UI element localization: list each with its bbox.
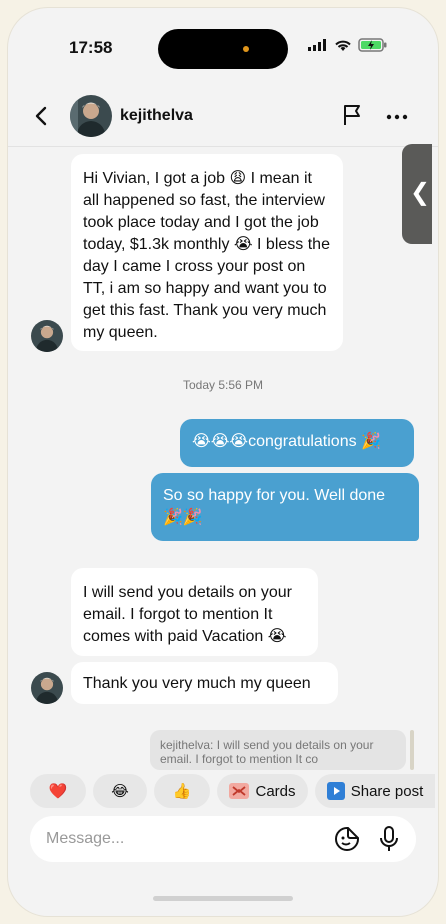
status-bar: 17:58 <box>8 8 438 88</box>
message-text: 😭😭😭congratulations 🎉 <box>192 433 381 450</box>
share-post-label: Share post <box>350 782 424 800</box>
message-text: Thank you very much my queen <box>83 675 311 692</box>
reply-indicator-bar <box>410 730 414 770</box>
phone-screen: 17:58 kejithelva Hi Vivian, I got a job … <box>8 8 438 916</box>
incoming-message[interactable]: Hi Vivian, I got a job 😩 I mean it all h… <box>71 154 343 351</box>
timestamp: Today 5:56 PM <box>182 378 264 392</box>
camera-indicator <box>243 46 249 52</box>
more-options-icon[interactable] <box>385 105 409 129</box>
incoming-message[interactable]: Thank you very much my queen <box>71 662 338 704</box>
battery-icon <box>358 38 387 52</box>
signal-icon <box>308 39 326 51</box>
chevron-left-icon: ❮ <box>410 179 431 206</box>
share-post-button[interactable]: Share post <box>315 774 435 808</box>
message-text: So so happy for you. Well done 🎉🎉 <box>163 487 386 526</box>
status-time: 17:58 <box>69 38 113 57</box>
message-text: Hi Vivian, I got a job 😩 I mean it all h… <box>83 170 330 341</box>
dynamic-island <box>158 29 288 69</box>
message-text: I will send you details on your email. I… <box>83 584 292 645</box>
thumbs-up-icon: 👍 <box>172 783 192 800</box>
laugh-icon: 😂 <box>111 783 129 800</box>
avatar[interactable] <box>31 320 63 352</box>
avatar[interactable] <box>70 95 112 137</box>
reply-preview-text: kejithelva: I will send you details on y… <box>160 738 374 766</box>
avatar[interactable] <box>31 672 63 704</box>
wifi-icon <box>335 40 351 51</box>
quick-reaction-thumbs-up[interactable]: 👍 <box>154 774 210 808</box>
home-indicator <box>153 896 293 901</box>
outgoing-message[interactable]: So so happy for you. Well done 🎉🎉 <box>151 473 419 541</box>
reply-preview[interactable]: kejithelva: I will send you details on y… <box>150 730 406 770</box>
flag-icon[interactable] <box>340 103 364 127</box>
message-input[interactable]: Message... <box>46 830 124 848</box>
quick-reaction-laugh[interactable]: 😂 <box>93 774 147 808</box>
share-post-icon <box>326 782 345 800</box>
sticker-icon[interactable] <box>334 826 360 852</box>
chat-username[interactable]: kejithelva <box>120 107 193 125</box>
status-icons <box>308 38 388 52</box>
microphone-icon[interactable] <box>376 825 402 853</box>
heart-icon: ❤️ <box>48 783 68 800</box>
cards-icon <box>229 783 250 799</box>
cards-label: Cards <box>255 782 296 800</box>
quick-reaction-heart[interactable]: ❤️ <box>30 774 86 808</box>
incoming-message[interactable]: I will send you details on your email. I… <box>71 568 318 656</box>
outgoing-message[interactable]: 😭😭😭congratulations 🎉 <box>180 419 414 467</box>
back-chevron-icon[interactable] <box>30 104 54 128</box>
side-panel-handle[interactable]: ❮ <box>402 144 432 244</box>
cards-button[interactable]: Cards <box>217 774 308 808</box>
chat-header: kejithelva <box>8 88 438 147</box>
message-composer[interactable]: Message... <box>30 816 416 862</box>
